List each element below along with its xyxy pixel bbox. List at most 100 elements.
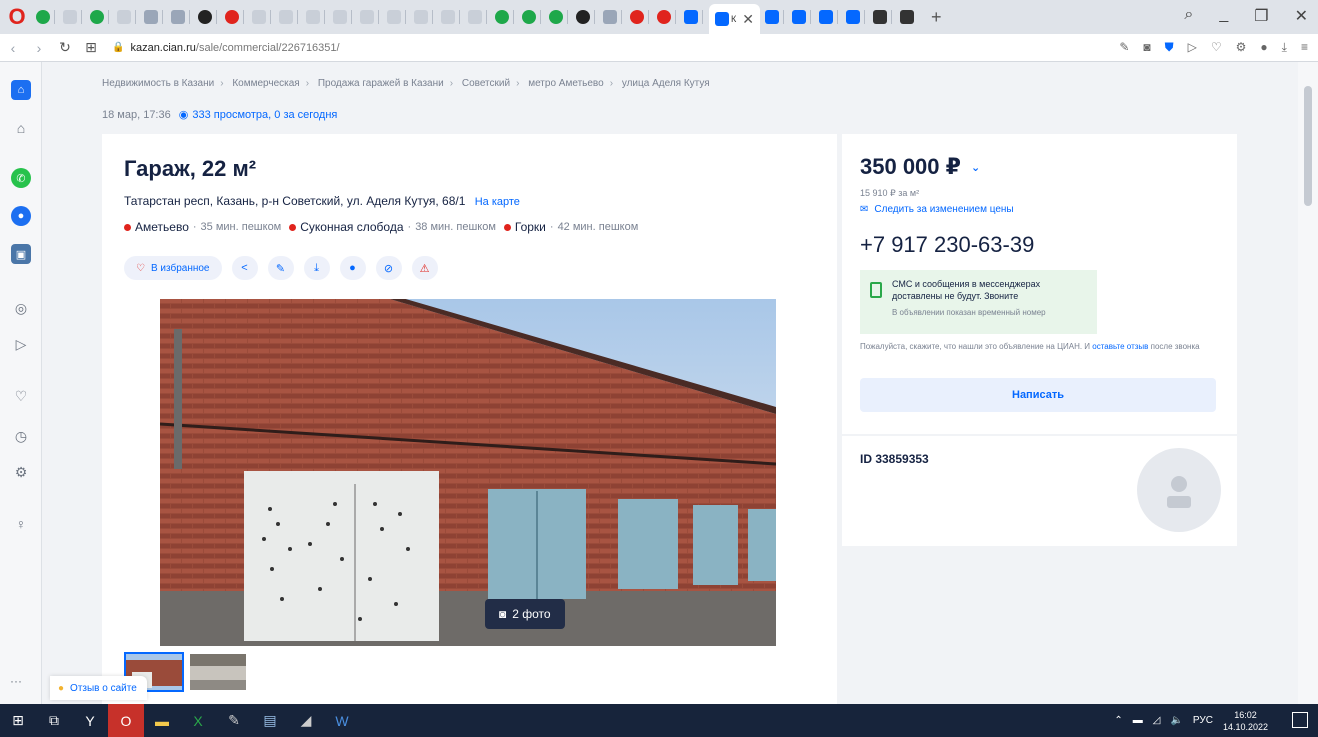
- note-button[interactable]: ✎: [267, 256, 294, 280]
- photo-count-badge[interactable]: ◙ 2 фото: [485, 599, 565, 629]
- breadcrumb-item[interactable]: Советский: [462, 78, 510, 89]
- download-icon[interactable]: ⤓: [1282, 40, 1287, 55]
- browser-tab[interactable]: [466, 5, 490, 29]
- close-tab-icon[interactable]: ✕: [742, 11, 754, 28]
- breadcrumb-item[interactable]: Продажа гаражей в Казани: [318, 78, 444, 89]
- browser-tab[interactable]: [412, 5, 436, 29]
- browser-tab[interactable]: [88, 5, 112, 29]
- phone-number[interactable]: +7 917 230-63-39: [860, 232, 1034, 258]
- whatsapp-icon[interactable]: ✆: [11, 168, 31, 188]
- browser-tab[interactable]: [844, 5, 868, 29]
- task-view-icon[interactable]: ⧉: [36, 704, 72, 737]
- chevron-up-icon[interactable]: ⌃: [1114, 715, 1122, 726]
- browser-tab[interactable]: [655, 5, 679, 29]
- metro-item[interactable]: Аметьево · 35 мин. пешком: [124, 220, 281, 234]
- browser-tab[interactable]: [115, 5, 139, 29]
- yandex-browser-icon[interactable]: Y: [72, 704, 108, 737]
- listing-photo[interactable]: ◙ 2 фото: [160, 299, 776, 646]
- browser-tab[interactable]: [790, 5, 814, 29]
- heart-icon[interactable]: ♡: [1211, 40, 1222, 55]
- reload-icon[interactable]: ↻: [52, 39, 78, 56]
- minimize-icon[interactable]: _: [1219, 6, 1228, 26]
- profile-icon[interactable]: ●: [1260, 40, 1267, 55]
- settings-icon[interactable]: ⚙: [11, 462, 31, 482]
- file-explorer-icon[interactable]: ▬: [144, 704, 180, 737]
- breadcrumb-item[interactable]: Коммерческая: [232, 78, 299, 89]
- snapshot-icon[interactable]: ◙: [1143, 40, 1150, 55]
- follow-price-link[interactable]: ✉ Следить за изменением цены: [860, 204, 1014, 215]
- back-icon[interactable]: ‹: [0, 40, 26, 56]
- chevron-down-icon[interactable]: ⌄: [971, 161, 980, 174]
- network-icon[interactable]: ◿: [1153, 715, 1161, 726]
- opera-taskbar-icon[interactable]: O: [108, 704, 144, 737]
- taskbar-clock[interactable]: 16:02 14.10.2022: [1223, 709, 1268, 733]
- site-feedback-button[interactable]: ● Отзыв о сайте: [50, 676, 147, 700]
- browser-tab[interactable]: [574, 5, 598, 29]
- opera-logo-icon[interactable]: O: [0, 0, 34, 34]
- thumbnail[interactable]: [188, 652, 248, 692]
- speed-dial-icon[interactable]: ⊞: [78, 39, 104, 56]
- browser-tab[interactable]: [763, 5, 787, 29]
- sidebar-more-icon[interactable]: ···: [10, 674, 22, 688]
- paint-icon[interactable]: ✎: [216, 704, 252, 737]
- browser-tab[interactable]: [682, 5, 706, 29]
- menu-icon[interactable]: ≡: [1301, 40, 1308, 55]
- windows-start-icon[interactable]: ⊞: [0, 704, 36, 737]
- views-counter[interactable]: ◉ 333 просмотра, 0 за сегодня: [179, 108, 338, 122]
- browser-tab[interactable]: [142, 5, 166, 29]
- add-to-favorites-button[interactable]: ♡ В избранное: [124, 256, 222, 280]
- pinboard-icon[interactable]: ♀: [11, 514, 31, 534]
- forward-icon[interactable]: ›: [26, 40, 52, 56]
- tool-icon[interactable]: ◢: [288, 704, 324, 737]
- browser-tab[interactable]: [898, 5, 922, 29]
- browser-tab[interactable]: [277, 5, 301, 29]
- scroll-thumb[interactable]: [1304, 86, 1312, 206]
- battery-icon[interactable]: ▬: [1133, 715, 1143, 726]
- browser-tab[interactable]: [385, 5, 409, 29]
- write-message-button[interactable]: Написать: [860, 378, 1216, 412]
- player-icon[interactable]: ◎: [11, 298, 31, 318]
- browser-tab[interactable]: [520, 5, 544, 29]
- extensions-icon[interactable]: ⚙: [1236, 40, 1247, 55]
- print-button[interactable]: ●: [339, 256, 366, 280]
- word-icon[interactable]: W: [324, 704, 360, 737]
- home-icon[interactable]: ⌂: [11, 118, 31, 138]
- leave-review-link[interactable]: оставьте отзыв: [1092, 342, 1148, 351]
- new-tab-icon[interactable]: +: [931, 7, 942, 28]
- browser-tab[interactable]: [223, 5, 247, 29]
- browser-tab[interactable]: [331, 5, 355, 29]
- metro-item[interactable]: Суконная слобода · 38 мин. пешком: [289, 220, 496, 234]
- map-link[interactable]: На карте: [475, 196, 520, 208]
- breadcrumb-item[interactable]: Недвижимость в Казани: [102, 78, 214, 89]
- close-window-icon[interactable]: ✕: [1295, 6, 1308, 26]
- browser-tab[interactable]: [34, 5, 58, 29]
- browser-tab[interactable]: [169, 5, 193, 29]
- hide-button[interactable]: ⊘: [375, 256, 402, 280]
- breadcrumb-item[interactable]: метро Аметьево: [528, 78, 603, 89]
- report-button[interactable]: ⚠: [411, 256, 438, 280]
- browser-tab[interactable]: [547, 5, 571, 29]
- browser-tab[interactable]: [304, 5, 328, 29]
- browser-tab[interactable]: [601, 5, 625, 29]
- browser-tab-active[interactable]: К ✕: [709, 4, 760, 34]
- browser-tab[interactable]: [250, 5, 274, 29]
- browser-tab[interactable]: [358, 5, 382, 29]
- download-button[interactable]: ⤓: [303, 256, 330, 280]
- home-square-icon[interactable]: ⌂: [11, 80, 31, 100]
- browser-tab[interactable]: [61, 5, 85, 29]
- browser-tab[interactable]: [196, 5, 220, 29]
- bookmarks-heart-icon[interactable]: ♡: [11, 386, 31, 406]
- restore-icon[interactable]: ❐: [1254, 6, 1268, 26]
- history-icon[interactable]: ◷: [11, 426, 31, 446]
- browser-tab[interactable]: [871, 5, 895, 29]
- input-language[interactable]: РУС: [1193, 715, 1213, 726]
- avatar[interactable]: [1137, 448, 1221, 532]
- notepad-icon[interactable]: ▤: [252, 704, 288, 737]
- browser-tab[interactable]: [628, 5, 652, 29]
- share-button[interactable]: <: [231, 256, 258, 280]
- browser-tab[interactable]: [493, 5, 517, 29]
- url-field[interactable]: 🔒 kazan.cian.ru/sale/commercial/22671635…: [112, 42, 340, 54]
- flow-icon[interactable]: ▷: [11, 334, 31, 354]
- browser-tab[interactable]: [817, 5, 841, 29]
- tab-search-icon[interactable]: ⌕: [1184, 6, 1193, 26]
